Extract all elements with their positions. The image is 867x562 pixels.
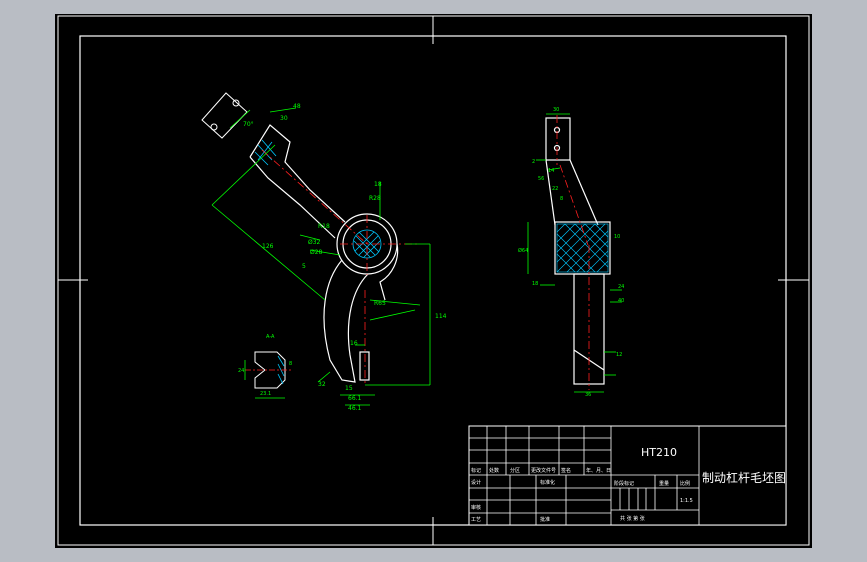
dim-r28: R28 [369,195,381,202]
tb-mark: 标记 [471,467,481,474]
tb-signature: 签名 [561,467,571,474]
dim-16: 16 [350,340,358,347]
dim-r65: R65 [374,300,386,307]
dim-32b: 32 [318,381,326,388]
tb-review: 审核 [471,504,481,511]
dim-114: 114 [435,313,447,320]
side-dim-30: 30 [553,107,559,113]
tb-stage-mark: 阶段标记 [614,480,634,487]
side-dim-18: 18 [532,281,538,287]
side-dim-14: 14 [548,168,554,174]
detail-dim-8: 8 [289,361,292,367]
section-label: A-A [266,334,275,340]
dim-d28: Ø28 [310,249,323,256]
tb-scale-label: 比例 [680,480,690,487]
side-dim-36: 36 [585,392,591,398]
cad-drawing-canvas: 48 30 70° 18 R28 R18 Ø32 Ø28 126 5 R65 1… [55,14,812,548]
dim-126: 126 [262,243,274,250]
tb-sheet-info: 共 张 第 张 [620,515,645,522]
dim-18: 18 [374,181,382,188]
title-block: 标记 处数 分区 更改文件号 签名 年、月、日 设计 标准化 审核 工艺 批准 … [468,425,787,526]
tb-process: 工艺 [471,517,481,523]
drawing-title: 制动杠杆毛坯图 [702,470,786,485]
tb-change-doc: 更改文件号 [531,467,556,474]
tb-standardization: 标准化 [540,479,555,486]
side-dim-d64: Ø64 [518,247,528,254]
side-dim-40: 40 [618,298,624,304]
detail-dim-24: 24 [238,368,244,374]
tb-date: 年、月、日 [586,467,611,474]
dim-r18: R18 [318,223,330,230]
side-dim-10: 10 [614,234,620,240]
dim-461: 46.1 [348,405,362,412]
side-dim-12: 12 [616,352,622,358]
side-dim-22: 22 [552,186,558,192]
dim-15: 15 [345,385,353,392]
dim-30: 30 [280,115,288,122]
dim-66: 66.1 [348,395,362,402]
tb-count: 处数 [489,467,499,474]
detail-dim-231: 23.1 [260,391,271,397]
side-dim-24: 24 [618,284,624,290]
side-dim-56: 56 [538,176,544,182]
tb-scale-value: 1:1.5 [680,498,693,504]
tb-zone: 分区 [510,467,520,474]
tb-designer: 设计 [471,479,481,486]
tb-weight: 重量 [659,480,669,487]
side-dim-8: 8 [560,196,563,202]
dim-5: 5 [302,263,306,270]
dim-48: 48 [293,103,301,110]
tb-approval: 批准 [540,516,550,523]
dim-angle: 70° [243,121,254,128]
dim-d32: Ø32 [308,239,321,246]
material-label: HT210 [641,446,677,459]
side-dim-2: 2 [532,159,535,165]
